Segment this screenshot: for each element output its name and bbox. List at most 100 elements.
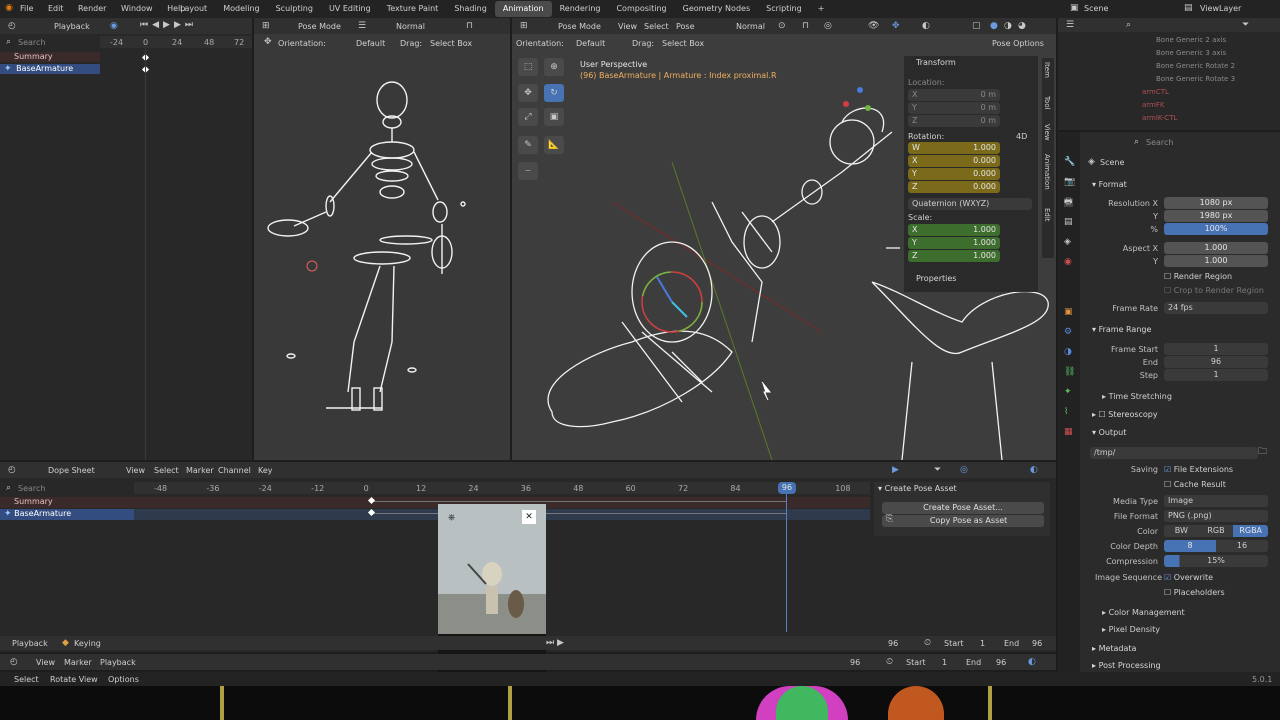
tab-geometry-nodes[interactable]: Geometry Nodes — [675, 1, 758, 17]
scale-x-field[interactable]: X 1.000 — [908, 224, 1000, 236]
cam-orientation-select[interactable]: Normal — [396, 22, 425, 31]
menu-file[interactable]: File — [20, 4, 33, 13]
vp-menu-select[interactable]: Select — [644, 22, 669, 31]
tl2-menu-view[interactable]: View — [36, 658, 55, 667]
properties-subpanel[interactable]: Properties — [916, 274, 956, 283]
tl2-menu-marker[interactable]: Marker — [64, 658, 92, 667]
tl1-transport-icon[interactable]: ⏭ ▶ — [546, 639, 564, 648]
depth-8-button[interactable]: 8 — [1164, 540, 1216, 552]
tab-texture-paint[interactable]: Texture Paint — [379, 1, 447, 17]
pivot-icon[interactable]: ⊙ — [778, 22, 786, 31]
placeholders-checkbox[interactable]: ☐ Placeholders — [1164, 588, 1225, 597]
properties-search-input[interactable]: Search — [1146, 138, 1173, 147]
viewport-3d[interactable]: ⊞ Pose Mode View Select Pose Normal ⊙ ⊓ … — [512, 18, 1056, 460]
snap-icon[interactable]: ⊓ — [466, 22, 473, 31]
frame-range-panel-header[interactable]: ▾ Frame Range — [1092, 325, 1151, 334]
file-format-select[interactable]: PNG (.png) — [1164, 510, 1268, 522]
editor-type-icon[interactable]: ◴ — [8, 22, 16, 31]
tl2-menu-playback[interactable]: Playback — [100, 658, 136, 667]
outliner-item[interactable]: armFK — [1138, 101, 1278, 114]
tl1-playback-menu[interactable]: Playback — [12, 639, 48, 648]
ds-menu-marker[interactable]: Marker — [186, 466, 214, 475]
ds-summary-row[interactable]: Summary — [0, 497, 870, 508]
overlay-icon[interactable]: ◐ — [1030, 466, 1038, 475]
tab-scripting[interactable]: Scripting — [758, 1, 810, 17]
frame-rate-select[interactable]: 24 fps — [1164, 302, 1268, 314]
shading-solid-icon[interactable]: ● — [990, 22, 998, 31]
proportional-icon[interactable]: ◎ — [960, 466, 968, 475]
outliner-type-icon[interactable]: ☰ — [1066, 21, 1074, 30]
rotation-z-field[interactable]: Z 0.000 — [908, 181, 1000, 193]
summary-row[interactable]: Summary — [0, 52, 100, 62]
output-tab-icon[interactable]: 🖶 — [1064, 198, 1073, 207]
scale-y-field[interactable]: Y 1.000 — [908, 237, 1000, 249]
visibility-icon[interactable]: 👁 — [868, 22, 879, 31]
gizmo-toggle-icon[interactable]: ✥ — [892, 22, 900, 31]
transport-controls-icon[interactable]: ⏮◀▶▶⏭ — [140, 21, 250, 30]
dope-sheet-mode-select[interactable]: Dope Sheet — [48, 466, 95, 475]
view-layer-tab-icon[interactable]: ▤ — [1064, 218, 1073, 227]
shading-material-icon[interactable]: ◑ — [1004, 22, 1012, 31]
res-percent-field[interactable]: 100% — [1164, 223, 1268, 235]
post-processing-panel-header[interactable]: ▸ Post Processing — [1092, 661, 1161, 670]
location-x-field[interactable]: X0 m — [908, 89, 1000, 101]
render-tab-icon[interactable]: 📷 — [1064, 178, 1075, 187]
vp-mode-select[interactable]: Pose Mode — [558, 22, 601, 31]
color-management-subpanel[interactable]: ▸ Color Management — [1102, 608, 1185, 617]
record-icon[interactable]: ◉ — [110, 22, 118, 31]
editor-type-icon[interactable]: ⊞ — [520, 22, 528, 31]
folder-icon[interactable]: 🗀 — [1258, 448, 1267, 457]
rotation-y-field[interactable]: Y 0.000 — [908, 168, 1000, 180]
xray-icon[interactable]: ▢ — [972, 22, 981, 31]
outliner-item[interactable]: armCTL — [1138, 88, 1278, 101]
object-tab-icon[interactable]: ▣ — [1064, 308, 1073, 317]
format-panel-header[interactable]: ▾ Format — [1092, 180, 1127, 189]
scene-tab-icon[interactable]: ◈ — [1064, 238, 1071, 247]
menu-lines-icon[interactable]: ☰ — [358, 22, 366, 31]
aspect-y-field[interactable]: 1.000 — [1164, 255, 1268, 267]
pose-asset-title[interactable]: ▾ Create Pose Asset — [878, 484, 957, 493]
res-y-field[interactable]: 1980 px — [1164, 210, 1268, 222]
outliner-item[interactable]: Bone Generic 3 axis — [1138, 49, 1278, 62]
tl1-current-frame[interactable]: 96 — [888, 639, 898, 648]
output-path-field[interactable]: /tmp/ — [1090, 447, 1258, 459]
color-rgb-button[interactable]: RGB — [1198, 525, 1234, 537]
shading-rendered-icon[interactable]: ◕ — [1018, 22, 1026, 31]
ds-menu-select[interactable]: Select — [154, 466, 179, 475]
metadata-panel-header[interactable]: ▸ Metadata — [1092, 644, 1136, 653]
ds-armature-row[interactable]: ✦ BaseArmature — [0, 509, 870, 520]
left-search-input[interactable]: Search — [18, 38, 45, 47]
bone-tab-icon[interactable]: ⌇ — [1064, 408, 1068, 417]
create-pose-asset-button[interactable]: Create Pose Asset... — [882, 502, 1044, 514]
menu-render[interactable]: Render — [78, 4, 106, 13]
tl2-end-value[interactable]: 96 — [996, 658, 1006, 667]
sidebar-tab-item[interactable]: Item — [1043, 62, 1051, 78]
texture-tab-icon[interactable]: ▦ — [1064, 428, 1073, 437]
world-tab-icon[interactable]: ◉ — [1064, 258, 1072, 267]
res-x-field[interactable]: 1080 px — [1164, 197, 1268, 209]
sidebar-tab-edit[interactable]: Edit — [1043, 208, 1051, 222]
outliner-item[interactable]: armIK-CTL — [1138, 114, 1278, 127]
editor-type-icon[interactable]: ◴ — [8, 466, 16, 475]
sidebar-tab-view[interactable]: View — [1043, 124, 1051, 141]
armature-row[interactable]: ✦ BaseArmature — [0, 64, 100, 74]
tl2-start-value[interactable]: 1 — [942, 658, 947, 667]
vp-drag-value[interactable]: Select Box — [662, 39, 704, 48]
tab-modeling[interactable]: Modeling — [215, 1, 267, 17]
filter-icon[interactable]: ⏷ — [1242, 21, 1249, 30]
tab-sculpting[interactable]: Sculpting — [268, 1, 321, 17]
cache-result-checkbox[interactable]: ☐ Cache Result — [1164, 480, 1226, 489]
filter-icon[interactable]: ⏷ — [934, 466, 941, 475]
render-region-checkbox[interactable]: ☐ Render Region — [1164, 272, 1232, 281]
cam-orientation-value[interactable]: Default — [356, 39, 385, 48]
ds-menu-key[interactable]: Key — [258, 466, 273, 475]
overwrite-checkbox[interactable]: ☑ Overwrite — [1164, 573, 1213, 582]
menu-window[interactable]: Window — [121, 4, 153, 13]
tab-shading[interactable]: Shading — [446, 1, 495, 17]
stereoscopy-panel-header[interactable]: ▸ ☐ Stereoscopy — [1092, 410, 1158, 419]
cam-mode-select[interactable]: Pose Mode — [298, 22, 341, 31]
scene-selector[interactable]: Scene — [1084, 4, 1108, 13]
menu-edit[interactable]: Edit — [48, 4, 64, 13]
tab-compositing[interactable]: Compositing — [608, 1, 674, 17]
outliner-item[interactable]: Bone Generic Rotate 3 — [1138, 75, 1278, 88]
